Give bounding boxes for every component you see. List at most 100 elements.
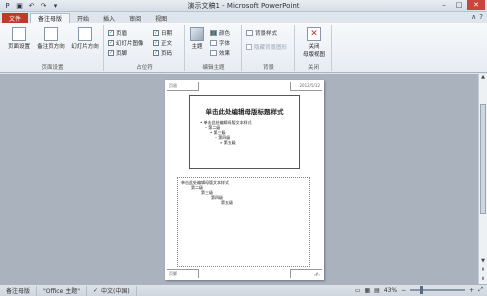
close-master-label: 关闭 母版视图 <box>302 44 325 58</box>
checkbox-page-number[interactable]: ✓ 页码 <box>153 49 172 57</box>
window-title: 演示文稿1 - Microsoft PowerPoint <box>187 2 300 10</box>
next-page-icon[interactable]: ⇟ <box>479 276 487 284</box>
page-setup-label: 页面设置 <box>7 44 30 50</box>
prev-page-icon[interactable]: ⇞ <box>479 267 487 275</box>
checkbox-slide-image-label: 幻灯片图像 <box>116 41 144 47</box>
view-normal-icon[interactable]: ▭ <box>355 287 361 294</box>
status-language-label: 中文(中国) <box>101 288 130 295</box>
page-setup-icon <box>12 27 26 41</box>
page-number-text: ‹#› <box>313 272 320 277</box>
group-placeholders: ✓ 页眉 ✓ 幻灯片图像 ✓ 页脚 ✓ 日期 ✓ 正文 ✓ 页码 占位符 <box>105 25 185 71</box>
close-master-icon: ✕ <box>307 27 321 41</box>
tab-view[interactable]: 视图 <box>148 13 174 23</box>
group-label-background: 背景 <box>262 65 274 71</box>
group-edit-theme: 主题 颜色 字体 效果 编辑主题 <box>186 25 242 71</box>
group-label-page-setup: 页面设置 <box>41 65 64 71</box>
fonts-label: 字体 <box>219 41 231 47</box>
ribbon: 页面设置 备注页方向 幻灯片方向 页面设置 ✓ 页眉 ✓ 幻灯片图像 ✓ 页脚 ✓ 日期… <box>0 23 487 73</box>
background-styles-button[interactable]: 背景样式 <box>246 29 277 37</box>
checkbox-icon <box>246 44 252 50</box>
vertical-scrollbar[interactable]: ▲ ▼ ⇞ ⇟ <box>478 74 487 284</box>
notes-page: 页眉 2012/5/12 页脚 ‹#› 单击此处编辑母版标题样式 • 单击此处编… <box>165 80 324 280</box>
checkbox-body-label: 正文 <box>161 41 173 47</box>
title-bar: P ▣ ↶ ↷ ▾ 演示文稿1 - Microsoft PowerPoint –… <box>0 0 487 12</box>
close-master-view-button[interactable]: ✕ 关闭 母版视图 <box>299 27 329 58</box>
page-setup-button[interactable]: 页面设置 <box>4 27 34 50</box>
workspace: 页眉 2012/5/12 页脚 ‹#› 单击此处编辑母版标题样式 • 单击此处编… <box>0 74 487 284</box>
group-close: ✕ 关闭 母版视图 关闭 <box>296 25 332 71</box>
notes-orientation-label: 备注页方向 <box>37 44 65 50</box>
zoom-out-icon[interactable]: − <box>401 287 406 294</box>
checkbox-date[interactable]: ✓ 日期 <box>153 29 172 37</box>
check-icon: ✓ <box>108 40 114 46</box>
help-icon[interactable]: ? <box>479 13 483 21</box>
background-styles-icon <box>246 30 253 36</box>
background-styles-label: 背景样式 <box>255 31 278 37</box>
status-view: 备注母版 <box>0 285 38 296</box>
hide-background-graphics[interactable]: 隐藏背景图形 <box>246 43 287 51</box>
effects-button[interactable]: 效果 <box>210 49 230 57</box>
window-controls: – □ ✕ <box>437 0 485 10</box>
check-icon: ✓ <box>153 40 159 46</box>
status-language[interactable]: ✓ 中文(中国) <box>87 285 137 296</box>
hide-background-label: 隐藏背景图形 <box>254 45 288 51</box>
date-text: 2012/5/12 <box>299 83 320 88</box>
zoom-level[interactable]: 43% <box>384 287 397 294</box>
notes-body-placeholder[interactable]: 单击此处编辑母版文本样式 第二级 第三级 第四级 第五级 <box>177 177 310 267</box>
colors-label: 颜色 <box>219 31 231 37</box>
notes-orientation-button[interactable]: 备注页方向 <box>36 27 66 50</box>
status-theme: "Office 主题" <box>37 285 87 296</box>
tab-notes-master[interactable]: 备注母版 <box>30 13 71 23</box>
checkbox-page-number-label: 页码 <box>161 51 173 57</box>
slide-title: 单击此处编辑母版标题样式 <box>205 108 284 116</box>
check-icon: ✓ <box>153 50 159 56</box>
minimize-ribbon-icon[interactable]: ∧ <box>471 13 476 21</box>
checkbox-slide-image[interactable]: ✓ 幻灯片图像 <box>108 39 144 47</box>
slide-body: • 单击此处编辑母版文本样式 – 第二级 • 第三级 – 第四级 » 第五级 <box>200 120 252 145</box>
scroll-up-icon[interactable]: ▲ <box>479 74 487 82</box>
effects-label: 效果 <box>219 51 231 57</box>
minimize-icon[interactable]: – <box>437 0 451 10</box>
view-reading-icon[interactable]: ▤ <box>374 287 380 294</box>
tab-insert[interactable]: 插入 <box>96 13 122 23</box>
maximize-icon[interactable]: □ <box>452 0 466 10</box>
group-label-close: 关闭 <box>307 65 319 71</box>
slide-image-placeholder[interactable]: 单击此处编辑母版标题样式 • 单击此处编辑母版文本样式 – 第二级 • 第三级 … <box>189 95 300 169</box>
spellcheck-icon: ✓ <box>92 287 98 294</box>
close-icon[interactable]: ✕ <box>467 0 485 10</box>
colors-icon <box>210 30 217 36</box>
fit-window-icon[interactable]: ⤢ <box>478 286 483 294</box>
scroll-thumb[interactable] <box>480 104 486 214</box>
slide-level-5: » 第五级 <box>220 140 236 145</box>
checkbox-header-label: 页眉 <box>116 31 128 37</box>
slide-orientation-button[interactable]: 幻灯片方向 <box>70 27 100 50</box>
check-icon: ✓ <box>108 30 114 36</box>
tab-review[interactable]: 审阅 <box>122 13 148 23</box>
slide-orientation-label: 幻灯片方向 <box>71 44 99 50</box>
tab-file[interactable]: 文件 <box>2 13 29 23</box>
zoom-slider[interactable] <box>410 286 466 294</box>
scroll-down-icon[interactable]: ▼ <box>479 258 487 266</box>
ribbon-tabs: 文件 备注母版 开始 插入 审阅 视图 ∧ ? <box>0 12 487 23</box>
zoom-in-icon[interactable]: + <box>469 287 474 294</box>
zoom-controls: ▭ ▦ ▤ 43% − + ⤢ <box>355 286 483 294</box>
effects-icon <box>210 50 217 56</box>
status-bar: 备注母版 "Office 主题" ✓ 中文(中国) ▭ ▦ ▤ 43% − + ⤢ <box>0 284 487 296</box>
view-sorter-icon[interactable]: ▦ <box>364 287 370 294</box>
notes-orientation-icon <box>44 27 58 41</box>
header-text: 页眉 <box>169 83 177 88</box>
slide-orientation-icon <box>78 27 92 41</box>
checkbox-date-label: 日期 <box>161 31 173 37</box>
footer-text: 页脚 <box>169 271 177 276</box>
tab-home[interactable]: 开始 <box>70 13 96 23</box>
checkbox-body[interactable]: ✓ 正文 <box>153 39 172 47</box>
notes-level-5: 第五级 <box>221 200 233 205</box>
fonts-icon <box>210 40 217 46</box>
checkbox-footer[interactable]: ✓ 页脚 <box>108 49 127 57</box>
fonts-button[interactable]: 字体 <box>210 39 230 47</box>
checkbox-header[interactable]: ✓ 页眉 <box>108 29 127 37</box>
colors-button[interactable]: 颜色 <box>210 29 230 37</box>
themes-label: 主题 <box>191 44 203 50</box>
zoom-slider-knob[interactable] <box>420 286 424 294</box>
themes-button[interactable]: 主题 <box>187 27 207 50</box>
